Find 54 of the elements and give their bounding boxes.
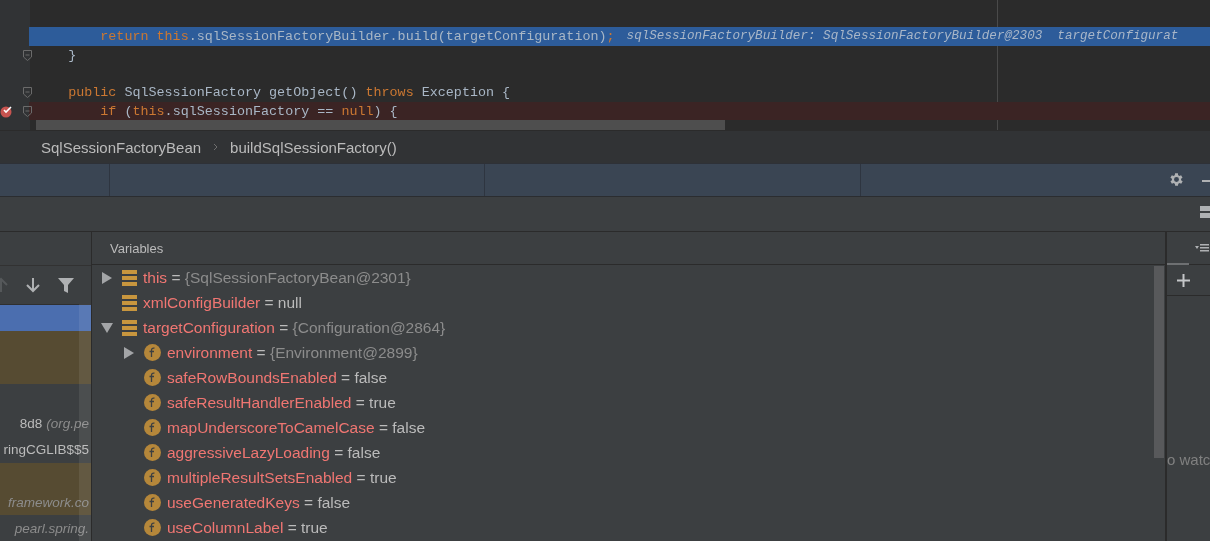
breadcrumb[interactable]: buildSqlSessionFactory() bbox=[230, 138, 397, 156]
expanded-triangle-icon[interactable] bbox=[101, 321, 113, 334]
breakpoint-icon[interactable] bbox=[0, 104, 13, 118]
variable-icon bbox=[122, 319, 137, 336]
dropdown-menu-icon[interactable] bbox=[1195, 243, 1209, 253]
variable-icon bbox=[122, 294, 137, 311]
field-icon bbox=[144, 444, 161, 461]
variable-entry[interactable]: environment = {Environment@2899} bbox=[167, 343, 418, 362]
field-icon bbox=[144, 519, 161, 536]
variable-entry[interactable]: multipleResultSetsEnabled = true bbox=[167, 468, 397, 487]
frame-class: (org.pe bbox=[46, 415, 89, 431]
frame-method: 8d8 bbox=[19, 415, 43, 431]
empty-watches-text: o watc bbox=[1167, 451, 1210, 468]
field-icon bbox=[144, 494, 161, 511]
code-line: if (this.sqlSessionFactory == null) { bbox=[99, 103, 398, 119]
code-line: public SqlSessionFactory getObject() throws Exception { bbox=[67, 84, 511, 100]
variable-entry[interactable]: xmlConfigBuilder = null bbox=[143, 293, 302, 312]
fold-icon[interactable] bbox=[23, 49, 32, 61]
field-icon bbox=[144, 394, 161, 411]
breadcrumb[interactable]: SqlSessionFactoryBean bbox=[41, 138, 202, 156]
variable-entry[interactable]: targetConfiguration = {Configuration@2864} bbox=[143, 318, 446, 337]
field-icon bbox=[144, 369, 161, 386]
collapsed-triangle-icon[interactable] bbox=[123, 346, 135, 359]
frame-class: framework.co bbox=[7, 494, 89, 510]
code-line: } bbox=[67, 47, 77, 63]
field-icon bbox=[144, 469, 161, 486]
settings-icon[interactable] bbox=[1168, 171, 1185, 188]
frame-method: ringCGLIB$$5 bbox=[3, 442, 89, 458]
panel-title: Variables bbox=[110, 240, 164, 256]
scrollbar-thumb[interactable] bbox=[36, 120, 725, 130]
code-line: return this.sqlSessionFactoryBuilder.build(targetConfiguration); bbox=[99, 28, 615, 44]
scrollbar-thumb[interactable] bbox=[1154, 266, 1164, 458]
add-icon[interactable] bbox=[1177, 273, 1190, 287]
frame-class: pearl.spring. bbox=[14, 521, 89, 536]
variable-entry[interactable]: mapUnderscoreToCamelCase = false bbox=[167, 418, 426, 437]
collapsed-triangle-icon[interactable] bbox=[101, 271, 113, 284]
variable-entry[interactable]: safeRowBoundsEnabled = false bbox=[167, 368, 388, 387]
stack-frame-row[interactable] bbox=[0, 462, 91, 490]
field-icon bbox=[144, 419, 161, 436]
filter-icon[interactable] bbox=[58, 277, 74, 293]
inline-debug-values: sqlSessionFactoryBuilder: SqlSessionFactoryBuilder@2303 targetConfigurat bbox=[626, 29, 1179, 44]
stack-frame-row[interactable] bbox=[0, 305, 91, 332]
fold-icon[interactable] bbox=[23, 105, 32, 117]
layout-icon[interactable] bbox=[1200, 206, 1210, 218]
variable-entry[interactable]: useGeneratedKeys = false bbox=[167, 493, 351, 512]
down-arrow-icon[interactable] bbox=[26, 277, 40, 293]
fold-icon[interactable] bbox=[23, 87, 32, 99]
chevron-icon bbox=[213, 143, 219, 151]
variable-entry[interactable]: this = {SqlSessionFactoryBean@2301} bbox=[143, 268, 411, 287]
variable-entry[interactable]: useColumnLabel = true bbox=[167, 518, 328, 537]
variable-icon bbox=[122, 269, 137, 286]
variable-entry[interactable]: aggressiveLazyLoading = false bbox=[167, 443, 381, 462]
variable-entry[interactable]: safeResultHandlerEnabled = true bbox=[167, 393, 396, 412]
field-icon bbox=[144, 344, 161, 361]
